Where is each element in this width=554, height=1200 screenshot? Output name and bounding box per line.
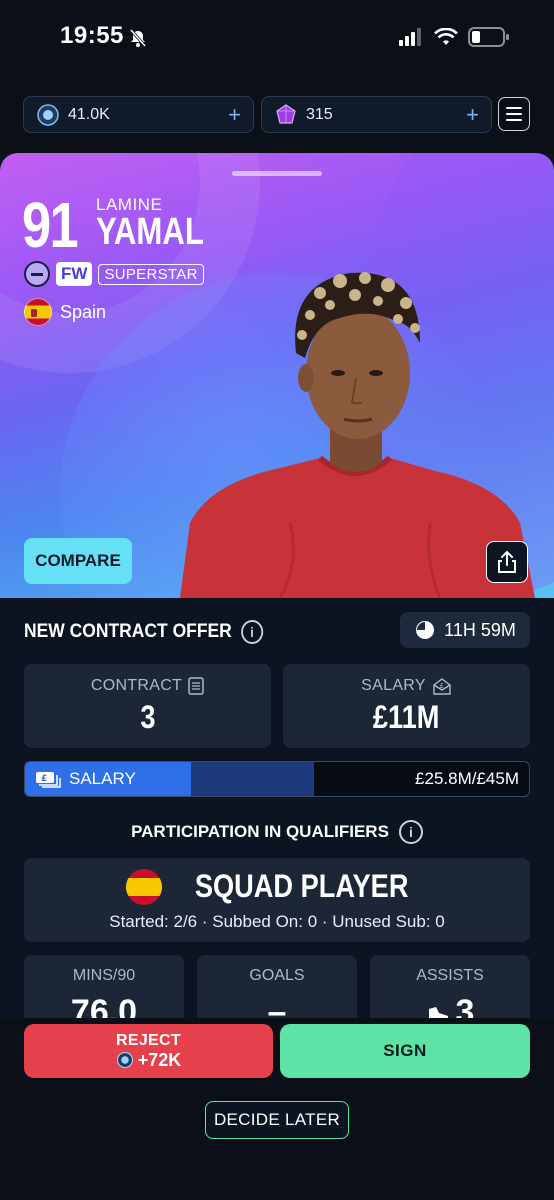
contract-offer-title: NEW CONTRACT OFFER (24, 621, 232, 642)
drag-handle[interactable] (232, 171, 322, 176)
offer-timer: 11H 59M (400, 612, 530, 648)
cash-stack-icon: £ (36, 772, 61, 788)
info-icon[interactable]: i (241, 620, 264, 644)
participation-header: PARTICIPATION IN QUALIFIERS i (0, 820, 554, 844)
info-icon[interactable]: i (398, 820, 423, 844)
money-envelope-icon: £ (433, 677, 451, 695)
share-button[interactable] (486, 541, 528, 583)
menu-icon (506, 107, 522, 109)
coin-icon (37, 103, 59, 126)
salary-value: £11M (373, 698, 440, 735)
form-indicator-icon (24, 261, 50, 287)
gems-balance[interactable]: 315 + (261, 96, 492, 133)
contract-length-tile: CONTRACT 3 (24, 664, 271, 748)
contract-offer-header: NEW CONTRACT OFFER i (24, 620, 264, 644)
compare-button[interactable]: COMPARE (24, 538, 132, 584)
home-indicator (0, 1160, 554, 1200)
battery-icon (468, 27, 509, 47)
player-rating: 91 (22, 189, 79, 261)
add-gems-button[interactable]: + (466, 102, 479, 128)
squad-role-head: SQUAD PLAYER (24, 868, 530, 905)
stat-label: ASSISTS (416, 967, 484, 984)
player-nation: Spain (24, 298, 106, 326)
gems-value: 315 (306, 105, 333, 123)
position-badge: FW (56, 262, 93, 286)
signal-icon (399, 28, 421, 46)
salary-budget-bar: £ SALARY £25.8M/£45M (24, 761, 530, 797)
salary-tile: SALARY £ £11M (283, 664, 530, 748)
svg-text:£: £ (41, 774, 47, 784)
player-hero-card: 91 LAMINE YAMAL FW SUPERSTAR Spain COMPA… (0, 153, 554, 598)
gem-icon (276, 103, 296, 124)
stat-label: GOALS (249, 967, 305, 984)
menu-button[interactable] (498, 97, 530, 131)
spain-flag-icon (126, 868, 163, 905)
salary-budget-amount: £25.8M/£45M (415, 769, 519, 788)
participation-title: PARTICIPATION IN QUALIFIERS (131, 822, 389, 841)
timer-icon (416, 621, 435, 639)
squad-role: SQUAD PLAYER (195, 868, 409, 904)
add-coins-button[interactable]: + (228, 102, 241, 128)
reject-label: REJECT (116, 1031, 181, 1049)
salary-offer-fill (190, 762, 314, 796)
stat-tile-assists: ASSISTS 3 (370, 955, 530, 1031)
reject-reward: +72K (116, 1050, 181, 1071)
coins-value: 41.0K (68, 105, 110, 123)
coins-balance[interactable]: 41.0K + (23, 96, 254, 133)
sign-button[interactable]: SIGN (280, 1024, 530, 1078)
squad-appearance-stats: Started: 2/6 · Subbed On: 0 · Unused Sub… (109, 912, 445, 931)
contract-length-value: 3 (139, 698, 156, 735)
stat-label: MINS/90 (72, 967, 136, 984)
wifi-icon (434, 28, 458, 45)
squad-role-tile: SQUAD PLAYER Started: 2/6 · Subbed On: 0… (24, 858, 530, 942)
salary-label: SALARY £ (361, 677, 452, 695)
contract-length-label: CONTRACT (91, 677, 204, 695)
coin-icon (116, 1051, 133, 1069)
player-portrait (180, 272, 535, 598)
reject-button[interactable]: REJECT +72K (24, 1024, 273, 1078)
mute-bell-icon (129, 29, 147, 47)
status-time: 19:55 (60, 22, 124, 49)
share-icon (498, 550, 516, 573)
stat-tile-goals: GOALS – (197, 955, 357, 1031)
spain-flag-icon (24, 298, 52, 326)
svg-text:£: £ (439, 682, 444, 690)
decide-later-button[interactable]: DECIDE LATER (205, 1101, 349, 1139)
status-icons (398, 26, 510, 48)
nation-name: Spain (60, 301, 107, 322)
timer-value: 11H 59M (444, 619, 516, 640)
document-icon (188, 676, 204, 695)
stat-tile-mins: MINS/90 76.0 (24, 955, 184, 1031)
salary-bar-label: £ SALARY (35, 769, 136, 789)
